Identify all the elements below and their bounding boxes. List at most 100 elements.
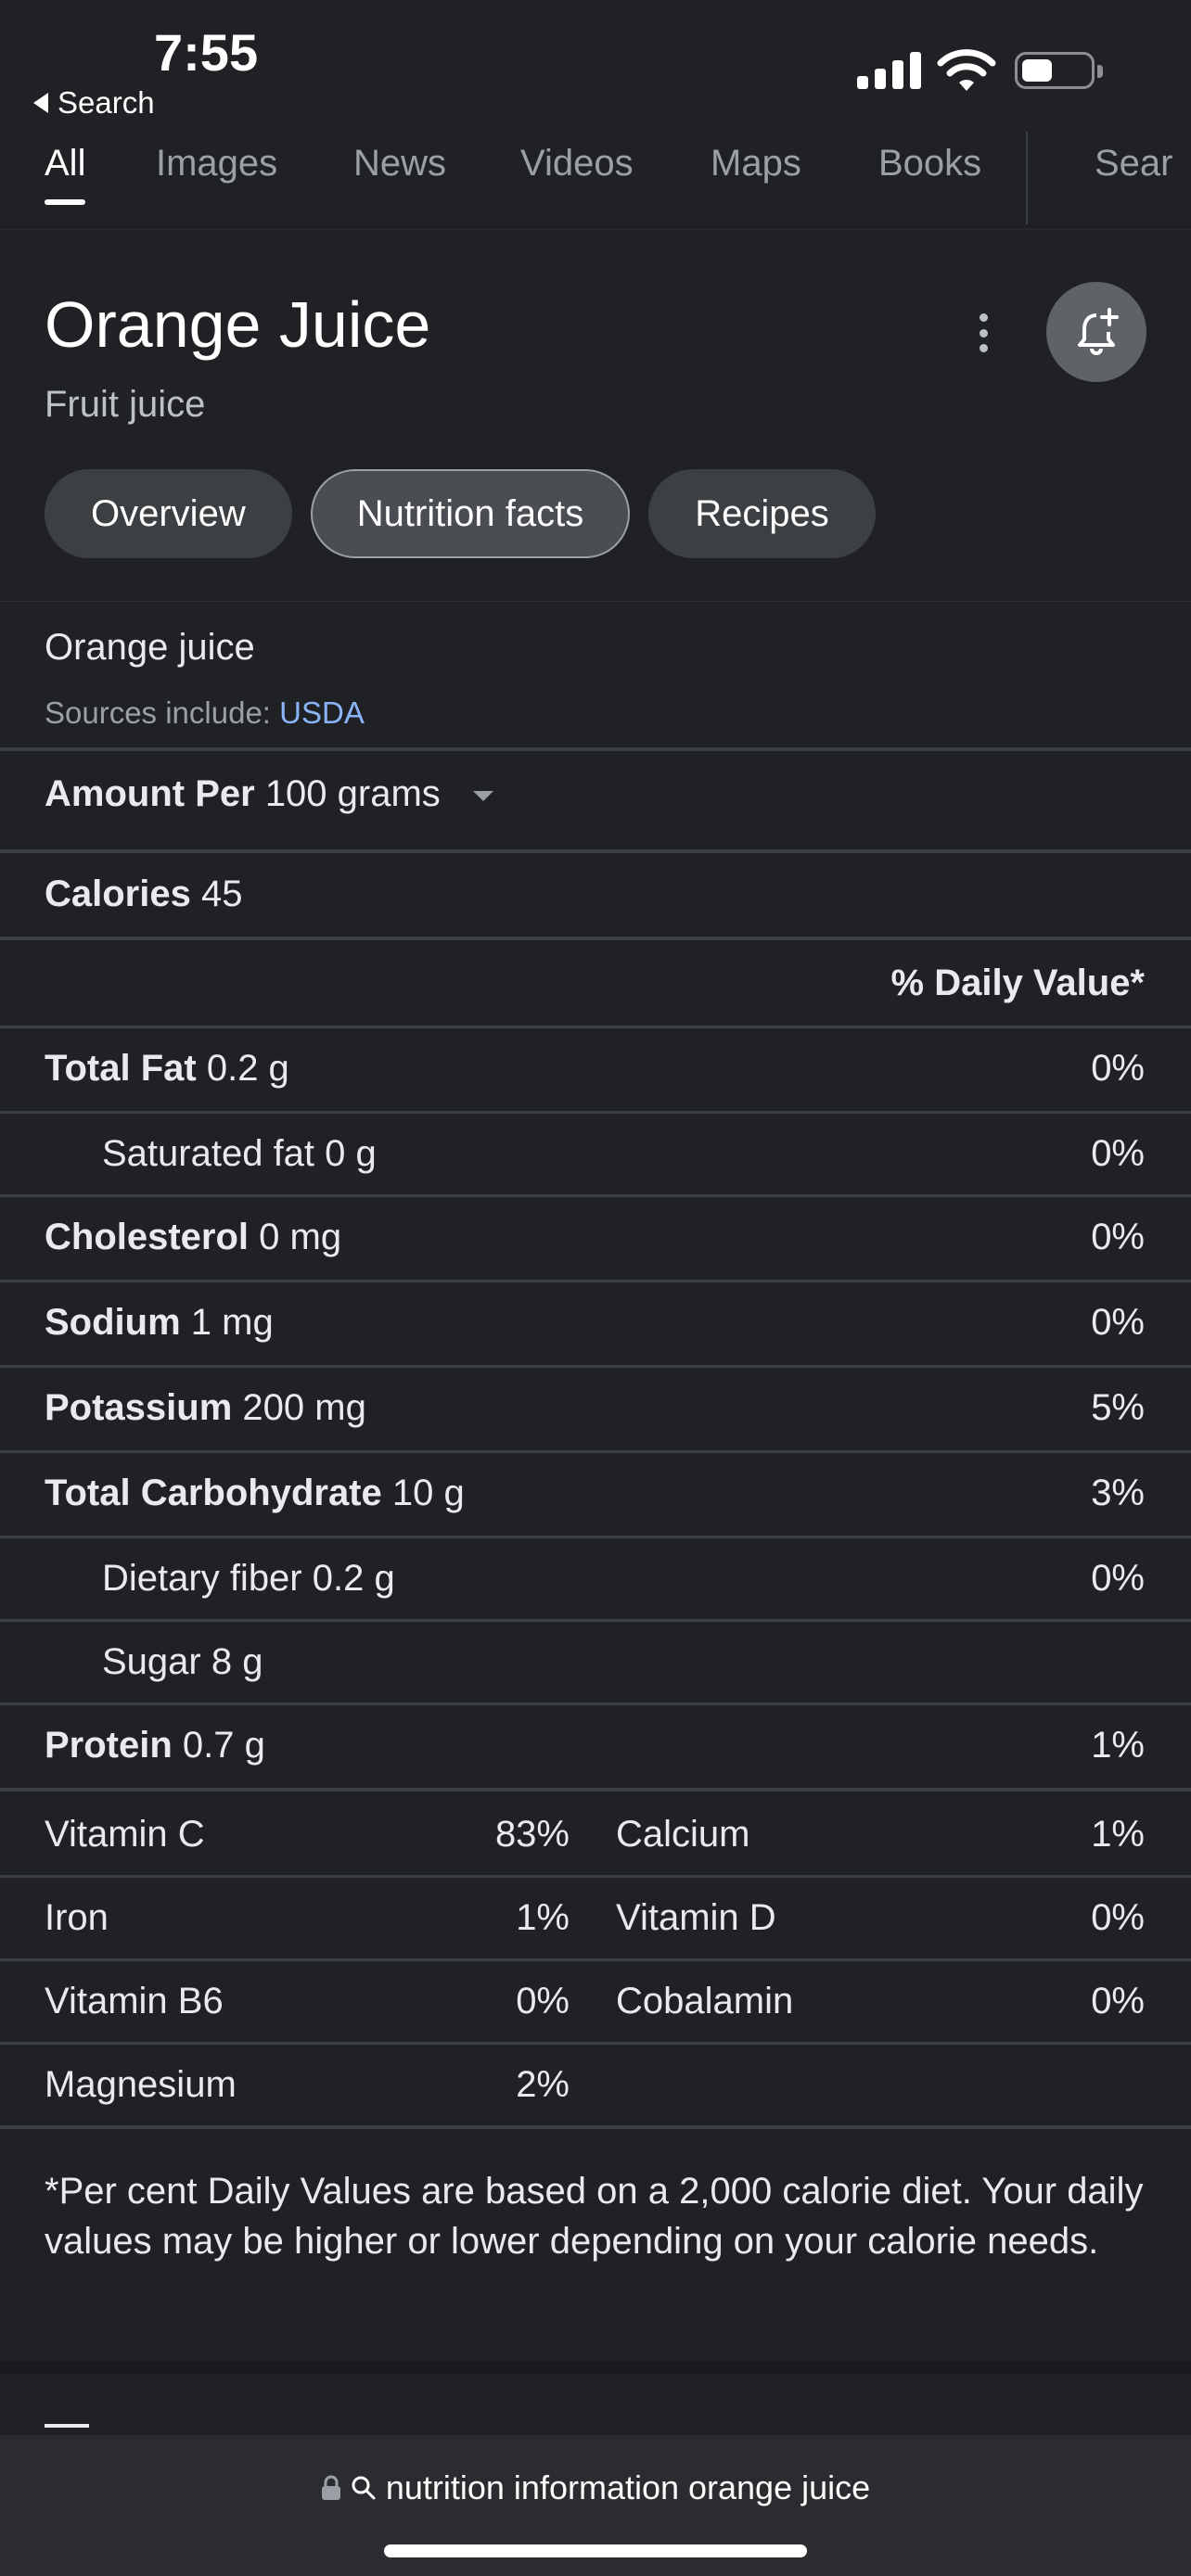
amount-label: Amount Per — [45, 773, 255, 814]
tab-search-more[interactable]: Sear — [1095, 143, 1173, 185]
vitamin-name: Vitamin C — [45, 1814, 205, 1855]
section-divider — [0, 2361, 1191, 2374]
tab-maps[interactable]: Maps — [711, 143, 801, 185]
nutrient-amount: 8 g — [211, 1641, 263, 1682]
entity-chips: Overview Nutrition facts Recipes — [45, 469, 876, 558]
nutrient-name: Sugar — [102, 1641, 201, 1682]
section-divider — [0, 601, 1191, 602]
cellular-signal-icon — [857, 48, 921, 89]
divider — [0, 2125, 1191, 2129]
search-tabs: All Images News Videos Maps Books Sear — [0, 126, 1191, 230]
divider — [0, 747, 1191, 751]
nutrient-name: Dietary fiber — [102, 1558, 302, 1599]
search-icon — [352, 2476, 376, 2500]
tab-images[interactable]: Images — [156, 143, 277, 185]
address-query[interactable]: nutrition information orange juice — [386, 2468, 870, 2507]
divider — [0, 1958, 1191, 1961]
status-bar: 7:55 Search — [0, 0, 1191, 126]
divider — [0, 2042, 1191, 2045]
more-vert-icon[interactable] — [965, 310, 1002, 356]
calories-label: Calories — [45, 874, 191, 914]
bell-plus-icon — [1078, 308, 1119, 355]
vitamin-name: Vitamin B6 — [45, 1981, 224, 2021]
nutrient-dv: 3% — [1091, 1473, 1145, 1513]
dropdown-caret-icon — [472, 790, 493, 801]
nutrient-amount: 0.2 g — [206, 1048, 289, 1089]
entity-title: Orange Juice — [45, 288, 431, 361]
divider — [0, 937, 1191, 940]
battery-icon — [1015, 52, 1103, 89]
divider — [0, 1788, 1191, 1792]
nutrient-dv: 0% — [1091, 1302, 1145, 1343]
nutrient-dv: 1% — [1091, 1725, 1145, 1766]
nutrient-dv: 0% — [1091, 1133, 1145, 1174]
vitamin-name: Cobalamin — [616, 1981, 794, 2021]
nutrient-name: Total Fat — [45, 1048, 197, 1089]
vitamin-value: 0% — [516, 1981, 570, 2021]
wifi-icon — [937, 49, 996, 91]
vitamin-name: Iron — [45, 1897, 109, 1938]
nutrient-dv: 0% — [1091, 1217, 1145, 1257]
vitamin-value: 1% — [1091, 1814, 1145, 1855]
divider — [0, 1619, 1191, 1622]
follow-alert-button[interactable] — [1046, 282, 1146, 382]
divider — [0, 1702, 1191, 1705]
tab-videos[interactable]: Videos — [520, 143, 634, 185]
divider — [0, 1111, 1191, 1114]
vitamin-value: 0% — [1091, 1897, 1145, 1938]
lock-icon — [321, 2475, 340, 2500]
divider — [0, 1026, 1191, 1028]
chip-nutrition-facts[interactable]: Nutrition facts — [310, 469, 631, 558]
vitamin-value: 1% — [516, 1897, 570, 1938]
divider — [0, 849, 1191, 853]
nutrient-amount: 200 mg — [242, 1387, 366, 1428]
daily-value-label: Daily Value* — [934, 963, 1145, 1003]
nutrient-name: Sodium — [45, 1302, 181, 1343]
source-link-usda[interactable]: USDA — [279, 695, 365, 730]
nutrient-name: Potassium — [45, 1387, 233, 1428]
daily-value-pct: % — [890, 963, 925, 1003]
vitamin-value: 2% — [516, 2064, 570, 2105]
divider — [0, 1450, 1191, 1453]
nutrient-dv: 5% — [1091, 1387, 1145, 1428]
nutrient-amount: 10 g — [391, 1473, 465, 1513]
divider — [0, 1536, 1191, 1538]
nutrient-dv: 0% — [1091, 1558, 1145, 1599]
address-bar[interactable]: nutrition information orange juice — [0, 2435, 1191, 2576]
food-name: Orange juice — [45, 627, 255, 668]
vitamin-name: Calcium — [616, 1814, 750, 1855]
tab-all[interactable]: All — [45, 143, 86, 205]
nutrient-name: Cholesterol — [45, 1217, 250, 1257]
nutrient-name: Saturated fat — [102, 1133, 315, 1174]
divider — [0, 1194, 1191, 1197]
status-time: 7:55 — [154, 23, 259, 82]
daily-value-footnote: *Per cent Daily Values are based on a 2,… — [45, 2171, 1144, 2262]
vitamin-value: 0% — [1091, 1981, 1145, 2021]
divider — [0, 1365, 1191, 1368]
tab-books[interactable]: Books — [878, 143, 981, 185]
nutrient-amount: 0.2 g — [312, 1558, 395, 1599]
home-indicator[interactable] — [384, 2544, 807, 2557]
back-label: Search — [58, 85, 155, 120]
nutrient-amount: 0 g — [325, 1133, 377, 1174]
vitamin-value: 83% — [494, 1814, 570, 1855]
nutrient-name: Total Carbohydrate — [45, 1473, 382, 1513]
tabs-divider — [1026, 132, 1028, 224]
tab-news[interactable]: News — [353, 143, 446, 185]
next-section-partial — [45, 2424, 89, 2433]
source-line: Sources include: USDA — [45, 695, 365, 731]
nutrient-dv: 0% — [1091, 1048, 1145, 1089]
back-to-search-link[interactable]: Search — [33, 85, 155, 121]
entity-subtitle: Fruit juice — [45, 384, 206, 425]
vitamin-name: Magnesium — [45, 2064, 237, 2105]
source-prefix: Sources include: — [45, 695, 271, 730]
calories-value: 45 — [200, 874, 243, 914]
nutrient-amount: 1 mg — [190, 1302, 274, 1343]
nutrient-amount: 0.7 g — [182, 1725, 265, 1766]
nutrient-amount: 0 mg — [259, 1217, 342, 1257]
amount-value: 100 grams — [264, 773, 441, 814]
divider — [0, 1875, 1191, 1878]
chip-recipes[interactable]: Recipes — [648, 469, 876, 558]
back-arrow-icon — [33, 93, 48, 113]
chip-overview[interactable]: Overview — [45, 469, 292, 558]
